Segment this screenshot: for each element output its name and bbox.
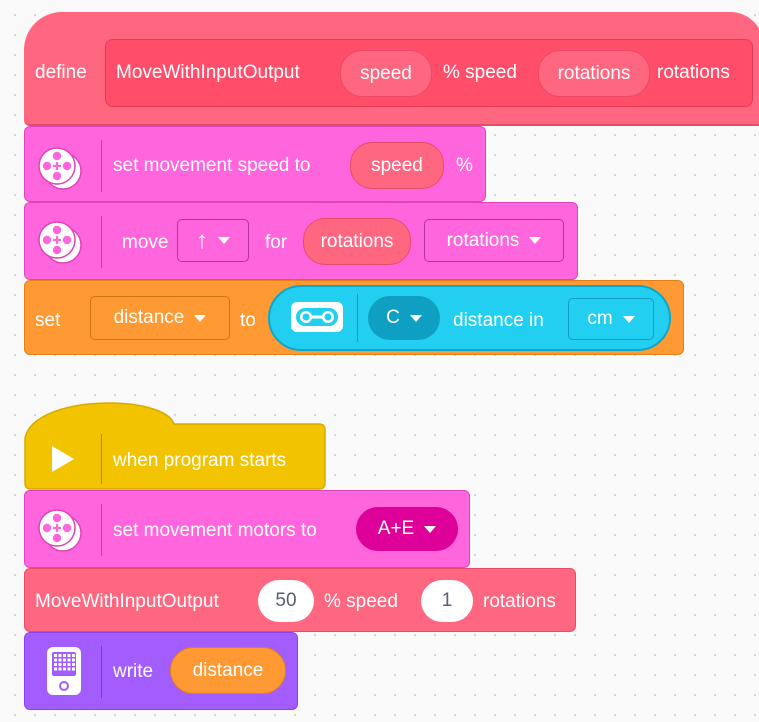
movement-motor-icon (38, 221, 82, 264)
distance-sensor-icon (291, 302, 343, 332)
unit-dropdown-value: rotations (446, 229, 520, 251)
chevron-down-icon (529, 237, 542, 244)
port-value: C (386, 307, 400, 328)
chevron-down-icon (622, 315, 635, 323)
rotations-value-input[interactable]: rotations (303, 218, 411, 265)
chevron-down-icon (218, 237, 230, 244)
set-motors-label: set movement motors to (113, 520, 317, 541)
motor-ports-dropdown[interactable]: A+E (356, 507, 458, 551)
start-label: when program starts (113, 450, 287, 471)
hub-display-icon (47, 647, 81, 695)
variable-dropdown[interactable]: distance (90, 296, 230, 340)
distance-in-label: distance in (453, 310, 544, 331)
to-label: to (240, 310, 256, 331)
move-label: move (122, 232, 169, 253)
chevron-down-icon (424, 525, 437, 533)
define-param-speed[interactable]: speed (340, 50, 432, 97)
movement-motor-icon (38, 147, 82, 190)
chevron-down-icon (194, 314, 207, 322)
speed-argument-input[interactable]: 50 (258, 580, 314, 622)
arrow-up-icon: ↑ (196, 226, 208, 254)
speed-value-input[interactable]: speed (350, 142, 444, 189)
write-value-reporter[interactable]: distance (170, 647, 286, 694)
motor-ports-value: A+E (377, 518, 415, 539)
unit-dropdown[interactable]: cm (568, 298, 654, 340)
variable-dropdown-value: distance (113, 307, 185, 328)
movement-motor-icon (38, 509, 82, 552)
start-hat-block[interactable] (24, 398, 326, 490)
define-label-speed: % speed (443, 62, 517, 83)
define-procedure-name: MoveWithInputOutput (116, 62, 300, 83)
write-label: write (113, 661, 154, 682)
set-speed-label: set movement speed to (113, 155, 311, 176)
define-keyword: define (35, 62, 87, 83)
call-label-rotations: rotations (483, 591, 556, 612)
block-separator (101, 646, 102, 698)
call-label-speed: % speed (324, 591, 398, 612)
call-procedure-name: MoveWithInputOutput (35, 591, 219, 612)
block-separator (357, 294, 358, 342)
direction-dropdown[interactable]: ↑ (177, 219, 249, 262)
percent-label: % (456, 155, 473, 176)
define-param-rotations[interactable]: rotations (538, 50, 650, 97)
unit-dropdown[interactable]: rotations (424, 219, 564, 262)
block-separator (101, 216, 102, 268)
chevron-down-icon (409, 314, 422, 322)
unit-value: cm (587, 308, 613, 329)
define-label-rotations: rotations (657, 62, 730, 83)
block-separator (101, 434, 102, 484)
block-separator (101, 140, 102, 192)
port-dropdown[interactable]: C (368, 296, 440, 340)
for-label: for (265, 232, 288, 253)
play-icon (52, 446, 74, 472)
rotations-argument-input[interactable]: 1 (421, 580, 473, 622)
block-separator (101, 504, 102, 556)
set-keyword: set (35, 310, 61, 331)
